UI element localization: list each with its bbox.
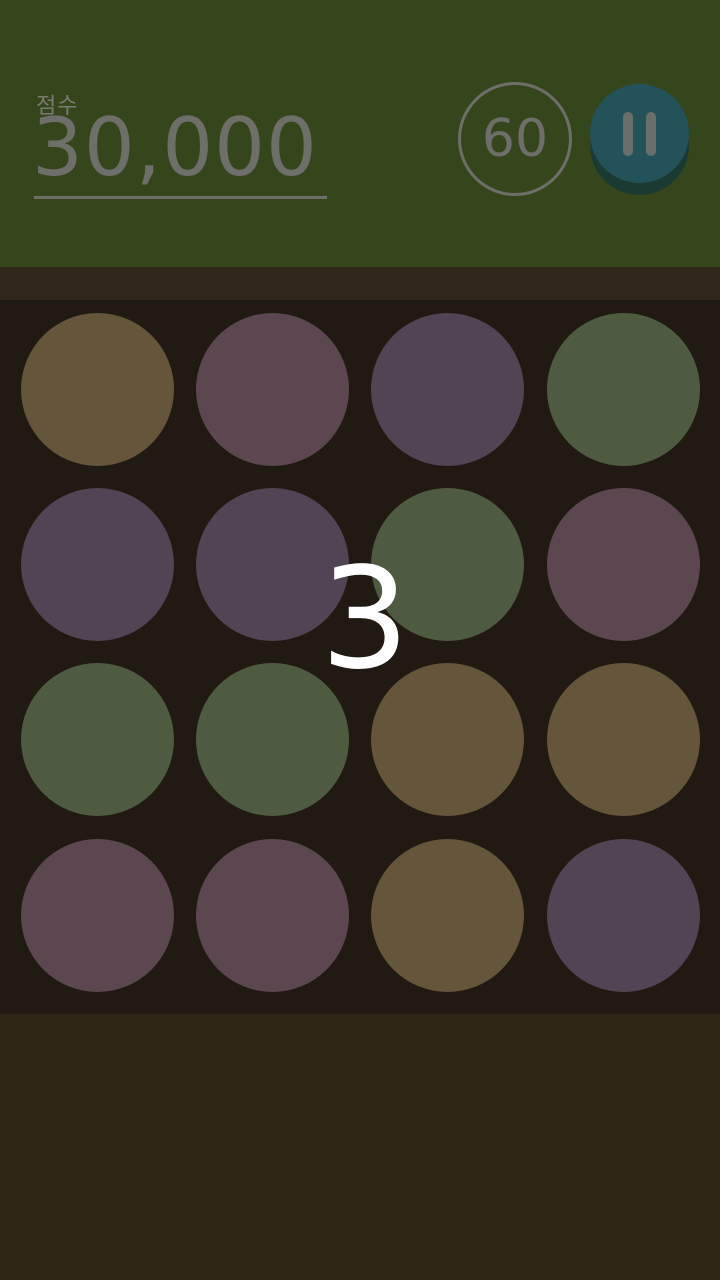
dot-green[interactable]: [21, 663, 174, 816]
pause-bar-right: [646, 112, 656, 156]
countdown-number: 3: [320, 538, 410, 701]
dot-purple[interactable]: [547, 839, 700, 992]
dot-tan[interactable]: [547, 663, 700, 816]
score-underline: [34, 196, 327, 199]
pause-icon: [590, 84, 689, 183]
dot-mauve[interactable]: [196, 839, 349, 992]
dot-mauve[interactable]: [196, 313, 349, 466]
pause-button[interactable]: [590, 84, 689, 195]
timer: 60: [458, 82, 572, 196]
dot-purple[interactable]: [21, 488, 174, 641]
dot-green[interactable]: [547, 313, 700, 466]
dot-tan[interactable]: [371, 839, 524, 992]
game-screen: 점수 30,000 60 3: [0, 0, 720, 1280]
dot-mauve[interactable]: [21, 839, 174, 992]
dot-mauve[interactable]: [547, 488, 700, 641]
pause-bar-left: [623, 112, 633, 156]
dot-tan[interactable]: [21, 313, 174, 466]
hud-header: 점수 30,000 60: [0, 0, 720, 267]
score-value: 30,000: [32, 101, 318, 194]
board-top-band: [0, 267, 720, 300]
bottom-area: [0, 1014, 720, 1280]
dot-purple[interactable]: [371, 313, 524, 466]
